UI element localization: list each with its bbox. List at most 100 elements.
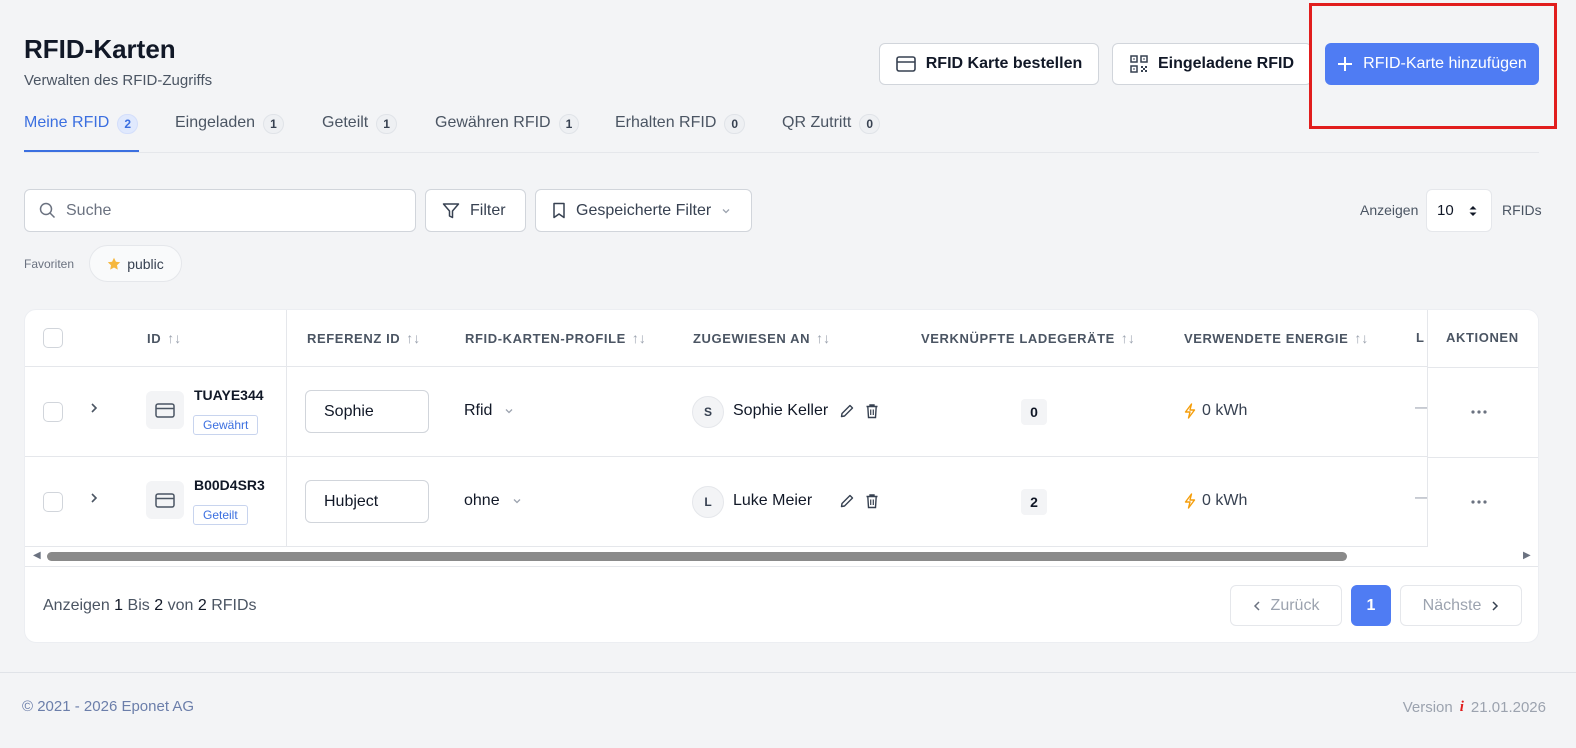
column-header-energy[interactable]: VERWENDETE ENERGIE ↑↓: [1184, 330, 1368, 346]
edit-assignee-button[interactable]: [839, 403, 855, 424]
column-header-reference[interactable]: REFERENZ ID ↑↓: [307, 330, 420, 346]
lightning-icon: [1184, 403, 1196, 419]
delete-assignee-button[interactable]: [865, 403, 879, 424]
info-icon[interactable]: i: [1460, 699, 1464, 716]
avatar: L: [692, 486, 724, 518]
scroll-right-arrow-icon[interactable]: ▶: [1523, 550, 1531, 561]
rfid-card-icon-box: [146, 481, 184, 519]
next-page-label: Nächste: [1422, 596, 1482, 614]
search-input[interactable]: [66, 201, 386, 220]
bookmark-icon: [553, 202, 565, 219]
row-actions-menu-button[interactable]: [1470, 492, 1488, 510]
order-rfid-card-button[interactable]: RFID Karte bestellen: [879, 43, 1099, 85]
row-checkbox[interactable]: [43, 402, 63, 422]
avatar: S: [692, 396, 724, 428]
more-horizontal-icon: [1471, 500, 1487, 504]
reference-id-value: Sophie: [324, 402, 374, 420]
tab-label: Meine RFID: [24, 114, 110, 131]
invited-rfid-button[interactable]: Eingeladene RFID: [1112, 43, 1312, 85]
pagination-text: von: [167, 597, 194, 614]
scroll-left-arrow-icon[interactable]: ◀: [33, 550, 41, 561]
tab-my-rfid[interactable]: Meine RFID 2: [24, 108, 139, 152]
tab-shared[interactable]: Geteilt 1: [322, 108, 397, 152]
sort-icon: ↑↓: [1354, 330, 1369, 346]
page-size-label: Anzeigen: [1360, 202, 1419, 218]
delete-assignee-button[interactable]: [865, 493, 879, 514]
lightning-icon: [1184, 493, 1196, 509]
column-header-truncated[interactable]: L: [1416, 330, 1425, 345]
page-size-select[interactable]: 10: [1426, 189, 1492, 232]
sort-select-icon: [1469, 205, 1477, 216]
chevron-down-icon: [722, 208, 730, 213]
assignee-name: Luke Meier: [733, 492, 813, 509]
pagination-text: RFIDs: [211, 597, 257, 614]
energy-value: 0 kWh: [1202, 492, 1248, 509]
row-divider: [1428, 457, 1538, 458]
column-header-label: AKTIONEN: [1446, 330, 1519, 345]
energy-value: 0 kWh: [1202, 402, 1248, 419]
trash-icon: [866, 404, 878, 419]
edit-assignee-button[interactable]: [839, 493, 855, 514]
tab-invited[interactable]: Eingeladen 1: [175, 108, 284, 152]
rfid-cards-page: RFID-Karten Verwalten des RFID-Zugriffs …: [0, 0, 1576, 748]
plus-icon: [1338, 57, 1353, 71]
column-header-label: ID: [147, 330, 162, 346]
column-header-chargers[interactable]: VERKNÜPFTE LADEGERÄTE ↑↓: [921, 330, 1135, 346]
saved-filters-dropdown[interactable]: Gespeicherte Filter: [535, 189, 752, 232]
expand-row-button[interactable]: [89, 401, 99, 419]
tab-received-rfid[interactable]: Erhalten RFID 0: [615, 108, 746, 152]
column-header-assigned[interactable]: ZUGEWIESEN AN ↑↓: [693, 330, 830, 346]
sort-icon: ↑↓: [1120, 330, 1135, 346]
sort-icon: ↑↓: [816, 330, 831, 346]
pencil-icon: [840, 494, 854, 508]
row-divider: [1428, 367, 1538, 368]
pagination-from: 1: [114, 597, 124, 614]
chevron-down-icon: [505, 409, 513, 414]
filter-button[interactable]: Filter: [425, 189, 526, 232]
column-header-id[interactable]: ID ↑↓: [147, 330, 181, 346]
tab-qr-access[interactable]: QR Zutritt 0: [782, 108, 881, 152]
rfid-card-icon-box: [146, 391, 184, 429]
search-icon: [39, 202, 56, 219]
sort-icon: ↑↓: [631, 330, 646, 346]
more-horizontal-icon: [1471, 410, 1487, 414]
column-header-label: REFERENZ ID: [307, 330, 401, 346]
favorites-label: Favoriten: [24, 257, 75, 271]
previous-page-button[interactable]: Zurück: [1230, 585, 1342, 626]
column-header-actions: AKTIONEN: [1446, 330, 1519, 345]
add-rfid-card-button[interactable]: RFID-Karte hinzufügen: [1325, 43, 1539, 85]
page-size-value: 10: [1437, 202, 1454, 219]
profile-dropdown[interactable]: Rfid: [464, 402, 514, 420]
saved-filters-label: Gespeicherte Filter: [576, 201, 712, 219]
status-badge: Gewährt: [193, 415, 259, 435]
favorite-filter-chip[interactable]: public: [89, 245, 182, 282]
select-all-checkbox[interactable]: [43, 328, 63, 348]
page-size-unit: RFIDs: [1502, 202, 1542, 218]
pagination-total: 2: [197, 597, 207, 614]
assignee-name: Sophie Keller: [733, 402, 829, 419]
column-header-label: ZUGEWIESEN AN: [693, 330, 811, 346]
profile-dropdown[interactable]: ohne: [464, 492, 522, 510]
chevron-right-icon: [1492, 600, 1499, 611]
pagination-to: 2: [154, 597, 164, 614]
actions-column: AKTIONEN: [1427, 310, 1538, 547]
horizontal-scrollbar[interactable]: ◀ ▶: [25, 547, 1538, 566]
rfid-table: ID ↑↓ REFERENZ ID ↑↓ RFID-KARTEN-PROFILE…: [24, 309, 1539, 643]
column-header-label: VERKNÜPFTE LADEGERÄTE: [921, 330, 1115, 346]
reference-id-field[interactable]: Sophie: [305, 390, 429, 433]
order-rfid-card-label: RFID Karte bestellen: [925, 55, 1083, 72]
scrollbar-thumb[interactable]: [47, 552, 1347, 561]
tab-grant-rfid[interactable]: Gewähren RFID 1: [435, 108, 580, 152]
column-header-profiles[interactable]: RFID-KARTEN-PROFILE ↑↓: [465, 330, 646, 346]
version-date: 21.01.2026: [1470, 699, 1546, 716]
sort-icon: ↑↓: [406, 330, 421, 346]
reference-id-field[interactable]: Hubject: [305, 480, 429, 523]
expand-row-button[interactable]: [89, 491, 99, 509]
pagination-text: Anzeigen: [43, 597, 110, 614]
row-actions-menu-button[interactable]: [1470, 402, 1488, 420]
linked-chargers-count: 0: [1021, 399, 1047, 425]
row-checkbox[interactable]: [43, 492, 63, 512]
chevron-right-icon: [91, 403, 98, 413]
next-page-button[interactable]: Nächste: [1400, 585, 1522, 626]
page-1-button[interactable]: 1: [1351, 585, 1391, 626]
